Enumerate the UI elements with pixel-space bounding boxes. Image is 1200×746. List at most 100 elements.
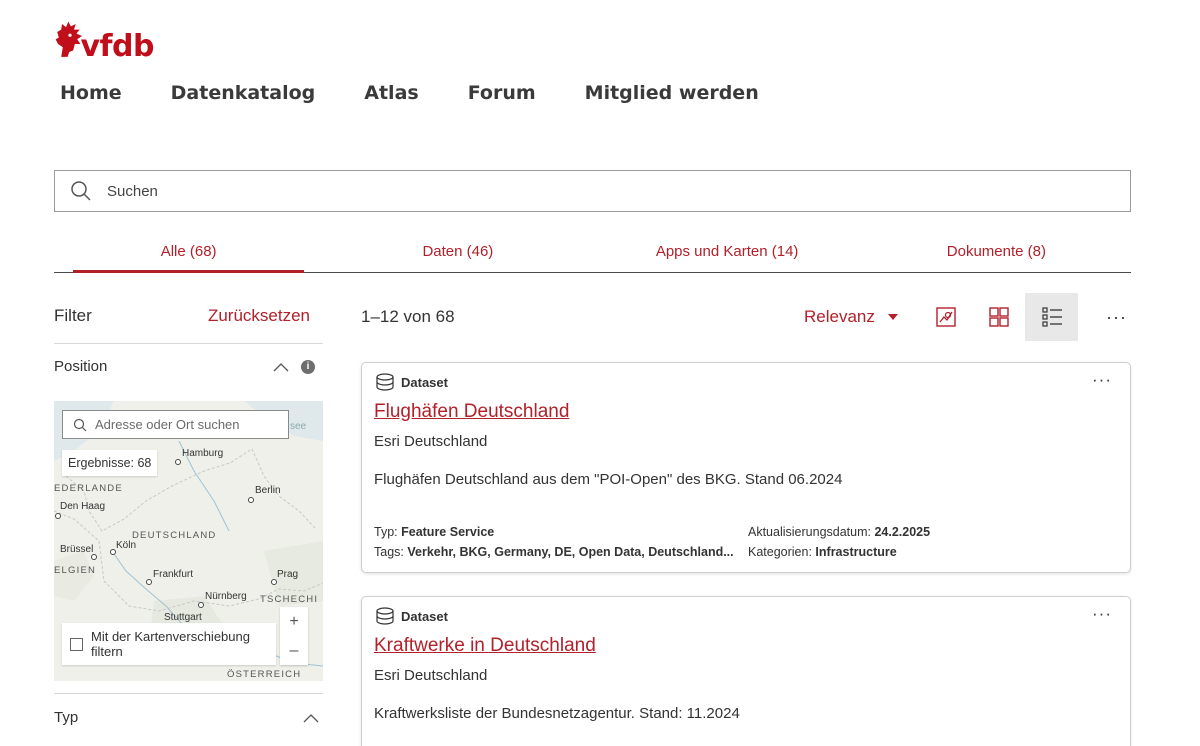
card-more-button[interactable]: ··· bbox=[1092, 371, 1112, 388]
tab-dokumente[interactable]: Dokumente (8) bbox=[862, 234, 1131, 272]
card-more-button[interactable]: ··· bbox=[1092, 605, 1112, 622]
typ-title: Typ bbox=[54, 709, 79, 726]
sort-label: Relevanz bbox=[804, 307, 875, 326]
map-filter-label: Mit der Kartenverschiebung filtern bbox=[91, 629, 250, 659]
map-label: TSCHECHI bbox=[260, 594, 319, 605]
grid-view-button[interactable] bbox=[972, 293, 1025, 341]
map-label: EDERLANDE bbox=[54, 483, 123, 494]
nav-datenkatalog[interactable]: Datenkatalog bbox=[171, 82, 316, 104]
map-label: DEUTSCHLAND bbox=[132, 530, 217, 541]
position-section-header[interactable]: Position i bbox=[54, 358, 323, 375]
result-card[interactable]: Dataset ··· Kraftwerke in Deutschland Es… bbox=[361, 596, 1131, 746]
map-label: Brüssel bbox=[60, 544, 94, 555]
divider bbox=[54, 693, 323, 694]
caret-down-icon bbox=[887, 314, 898, 320]
checkbox[interactable] bbox=[70, 637, 83, 651]
database-icon bbox=[376, 373, 394, 391]
item-owner: Esri Deutschland bbox=[374, 433, 488, 450]
search-icon bbox=[73, 418, 87, 431]
item-typ: Typ: Feature Service bbox=[374, 525, 494, 539]
map-label: ELGIEN bbox=[54, 565, 97, 576]
list-icon bbox=[1041, 307, 1062, 327]
item-owner: Esri Deutschland bbox=[374, 667, 488, 684]
zoom-in-button[interactable]: + bbox=[280, 607, 308, 636]
info-icon[interactable]: i bbox=[301, 359, 315, 374]
divider bbox=[54, 343, 323, 344]
nav-mitglied-werden[interactable]: Mitglied werden bbox=[585, 82, 759, 104]
meta-label: Typ: bbox=[374, 525, 398, 539]
map-point[interactable] bbox=[146, 579, 152, 585]
filter-header: Filter Zurücksetzen bbox=[54, 306, 310, 326]
item-type-label: Dataset bbox=[401, 374, 448, 390]
meta-label: Tags: bbox=[374, 545, 404, 559]
main-nav: Home Datenkatalog Atlas Forum Mitglied w… bbox=[60, 82, 808, 104]
tab-apps-und-karten[interactable]: Apps und Karten (14) bbox=[593, 234, 862, 272]
map-filter-label-line1: Mit der Kartenverschiebung bbox=[91, 629, 250, 644]
meta-value: 24.2.2025 bbox=[874, 525, 931, 539]
map-filter-checkbox[interactable]: Mit der Kartenverschiebung filtern bbox=[62, 623, 276, 665]
search-icon bbox=[71, 181, 91, 201]
vfdb-logo[interactable]: vfdb bbox=[54, 14, 154, 66]
map-label: Den Haag bbox=[60, 501, 106, 512]
item-description: Kraftwerksliste der Bundesnetzagentur. S… bbox=[374, 705, 740, 722]
map-label: Nürnberg bbox=[205, 591, 247, 602]
map-label: ÖSTERREICH bbox=[227, 669, 302, 680]
item-type-label: Dataset bbox=[401, 608, 448, 624]
logo-text: vfdb bbox=[80, 28, 154, 64]
position-title: Position bbox=[54, 358, 108, 375]
chevron-up-icon[interactable] bbox=[303, 713, 319, 723]
item-title-link[interactable]: Flughäfen Deutschland bbox=[374, 401, 569, 423]
map-label: Stuttgart bbox=[164, 612, 202, 623]
item-categories: Kategorien: Infrastructure bbox=[748, 545, 897, 559]
map-label: Prag bbox=[277, 569, 299, 580]
map-point[interactable] bbox=[248, 497, 254, 503]
map-point[interactable] bbox=[175, 459, 181, 465]
result-tabs: Alle (68) Daten (46) Apps und Karten (14… bbox=[54, 234, 1131, 273]
filter-title: Filter bbox=[54, 306, 92, 325]
results-badge: Ergebnisse: 68 bbox=[62, 450, 158, 476]
meta-label: Aktualisierungsdatum: bbox=[748, 525, 871, 539]
grid-icon bbox=[988, 307, 1009, 327]
nav-home[interactable]: Home bbox=[60, 82, 122, 104]
map-label: Hamburg bbox=[182, 448, 224, 459]
map-view-button[interactable] bbox=[919, 293, 972, 341]
search-bar bbox=[54, 170, 1131, 212]
item-description: Flughäfen Deutschland aus dem "POI-Open"… bbox=[374, 471, 843, 488]
tab-daten[interactable]: Daten (46) bbox=[323, 234, 592, 272]
zoom-control: + – bbox=[280, 607, 308, 665]
chevron-up-icon[interactable] bbox=[273, 362, 289, 372]
map-icon bbox=[935, 307, 956, 327]
list-view-button[interactable] bbox=[1025, 293, 1078, 341]
map-address-search bbox=[62, 410, 289, 439]
typ-section-header[interactable]: Typ bbox=[54, 709, 323, 726]
map-filter-label-line2: filtern bbox=[91, 644, 123, 659]
map-label: Berlin bbox=[255, 485, 281, 496]
meta-label: Kategorien: bbox=[748, 545, 812, 559]
result-count: 1–12 von 68 bbox=[361, 307, 455, 326]
search-input[interactable] bbox=[107, 182, 1007, 200]
map-label: Frankfurt bbox=[153, 569, 194, 580]
item-title-link[interactable]: Kraftwerke in Deutschland bbox=[374, 635, 596, 657]
zoom-out-button[interactable]: – bbox=[280, 636, 308, 665]
item-date: Aktualisierungsdatum: 24.2.2025 bbox=[748, 525, 930, 539]
database-icon bbox=[376, 607, 394, 625]
map-point[interactable] bbox=[55, 513, 61, 519]
sort-dropdown[interactable]: Relevanz bbox=[804, 307, 898, 327]
map-point[interactable] bbox=[198, 602, 204, 608]
item-tags: Tags: Verkehr, BKG, Germany, DE, Open Da… bbox=[374, 545, 734, 559]
more-options-button[interactable]: ··· bbox=[1106, 307, 1127, 328]
nav-forum[interactable]: Forum bbox=[468, 82, 536, 104]
map-label: see bbox=[290, 421, 307, 432]
meta-value: Infrastructure bbox=[815, 545, 897, 559]
item-type: Dataset bbox=[375, 607, 448, 625]
map-address-input[interactable] bbox=[95, 417, 275, 432]
item-type: Dataset bbox=[375, 373, 448, 391]
meta-value: Feature Service bbox=[401, 525, 495, 539]
reset-button[interactable]: Zurücksetzen bbox=[208, 306, 310, 326]
nav-atlas[interactable]: Atlas bbox=[364, 82, 418, 104]
tab-alle[interactable]: Alle (68) bbox=[54, 234, 323, 273]
meta-value: Verkehr, BKG, Germany, DE, Open Data, De… bbox=[407, 545, 734, 559]
map-label: Köln bbox=[116, 540, 137, 551]
position-map[interactable]: see Ergebnisse: 68 Hamburg Berlin EDERLA… bbox=[54, 401, 323, 681]
result-card[interactable]: Dataset ··· Flughäfen Deutschland Esri D… bbox=[361, 362, 1131, 573]
